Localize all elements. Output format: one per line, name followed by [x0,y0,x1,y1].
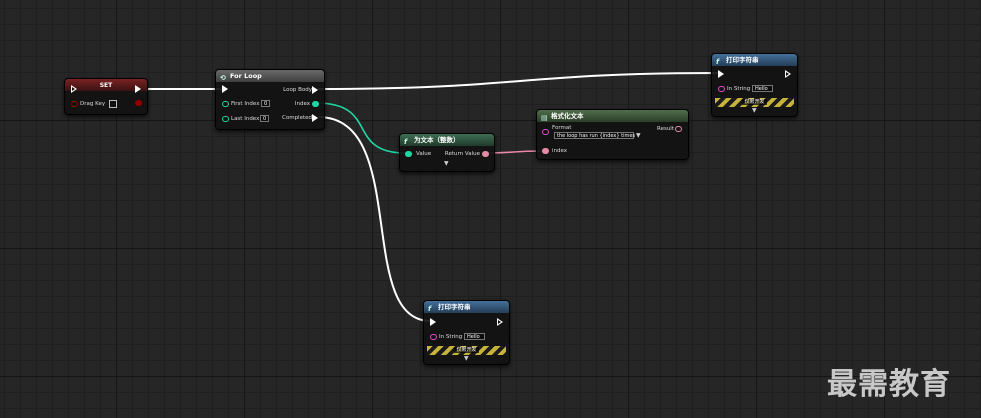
print-bottom-exec-in-pin[interactable] [430,318,436,326]
for-loop-node[interactable]: ⟲ For Loop First Index 0 Last Index 0 Lo… [215,69,325,130]
expand-arrow-icon[interactable]: ▼ [752,108,757,114]
format-in-pin[interactable] [542,129,549,135]
set-exec-out-pin[interactable] [135,85,141,93]
print-top-instring-label: In String [727,86,751,92]
format-text-header[interactable]: ▤ 格式化文本 [537,110,688,122]
exec-wire-loopbody-to-print [317,72,720,90]
loop-icon: ⟲ [220,74,226,82]
set-exec-in-pin[interactable] [71,85,77,93]
print-top-title: 打印字符串 [726,56,759,64]
value-in-pin[interactable] [405,151,412,157]
print-top-exec-out-pin[interactable] [785,70,791,78]
to-text-title: 为文本（整数） [414,136,460,144]
set-dragkey-in-pin[interactable] [71,101,78,107]
to-text-header[interactable]: f 为文本（整数） [400,134,494,146]
print-bottom-title: 打印字符串 [438,303,471,311]
print-top-instring-input[interactable]: Hello [752,85,773,92]
watermark: 最需教育 [827,367,951,402]
print-top-dev-only-label: 仅限开发 [742,99,767,105]
return-value-pin[interactable] [482,151,489,157]
print-top-exec-in-pin[interactable] [718,70,724,78]
value-label: Value [416,151,432,157]
int-wire-index-to-value [315,102,407,154]
last-index-label: Last Index [231,116,260,122]
set-dragkey-checkbox[interactable] [109,100,117,108]
print-top-header[interactable]: f 打印字符串 [712,54,797,66]
last-index-input[interactable]: 0 [260,115,269,122]
text-format-icon: ▤ [541,114,548,122]
set-node[interactable]: SET Drag Key [64,78,148,115]
return-value-label: Return Value [444,151,480,157]
print-bottom-dev-only-label: 仅限开发 [454,347,479,353]
set-node-title: SET [99,82,113,89]
print-string-node-top[interactable]: f 打印字符串 In String Hello 仅限开发 ▼ [711,53,798,117]
loop-body-exec-pin[interactable] [312,86,318,94]
print-bottom-dev-only-bar: 仅限开发 [427,346,506,355]
print-string-node-bottom[interactable]: f 打印字符串 In String Hello 仅限开发 ▼ [423,300,510,365]
format-label: Format [552,125,572,131]
index-out-pin[interactable] [312,101,319,107]
expand-arrow-icon[interactable]: ▼ [464,356,469,362]
print-bottom-instring-input[interactable]: Hello [464,333,485,340]
for-loop-title: For Loop [230,72,262,80]
print-bottom-exec-out-pin[interactable] [497,318,503,326]
completed-label: Completed [282,115,312,121]
format-dropdown-icon[interactable]: ▼ [636,133,641,139]
forloop-exec-in-pin[interactable] [222,85,228,93]
first-index-pin[interactable] [222,101,229,107]
first-index-input[interactable]: 0 [261,100,270,107]
print-top-dev-only-bar: 仅限开发 [715,98,794,107]
function-icon: f [428,305,432,313]
set-dragkey-out-pin[interactable] [135,100,142,106]
print-bottom-instring-pin[interactable] [430,334,437,340]
last-index-pin[interactable] [222,116,229,122]
expand-arrow-icon[interactable]: ▼ [444,161,449,167]
format-index-label: index [552,148,568,154]
format-text-node[interactable]: ▤ 格式化文本 Format the loop has run {index} … [536,109,689,160]
index-label: Index [294,101,310,107]
result-label: Result [657,126,674,132]
set-dragkey-label: Drag Key [80,101,106,107]
print-top-instring-pin[interactable] [718,86,725,92]
for-loop-header[interactable]: ⟲ For Loop [216,70,324,82]
completed-exec-pin[interactable] [312,114,318,122]
result-out-pin[interactable] [675,126,682,132]
function-icon: f [716,58,720,66]
loop-body-label: Loop Body [283,87,312,93]
to-text-integer-node[interactable]: f 为文本（整数） Value Return Value ▼ [399,133,495,172]
first-index-label: First Index [231,101,260,107]
function-icon: f [404,138,408,146]
format-text-title: 格式化文本 [551,112,584,120]
print-bottom-instring-label: In String [439,334,463,340]
print-bottom-header[interactable]: f 打印字符串 [424,301,509,313]
format-input[interactable]: the loop has run {index} times [554,132,635,139]
index-in-pin[interactable] [542,148,549,154]
